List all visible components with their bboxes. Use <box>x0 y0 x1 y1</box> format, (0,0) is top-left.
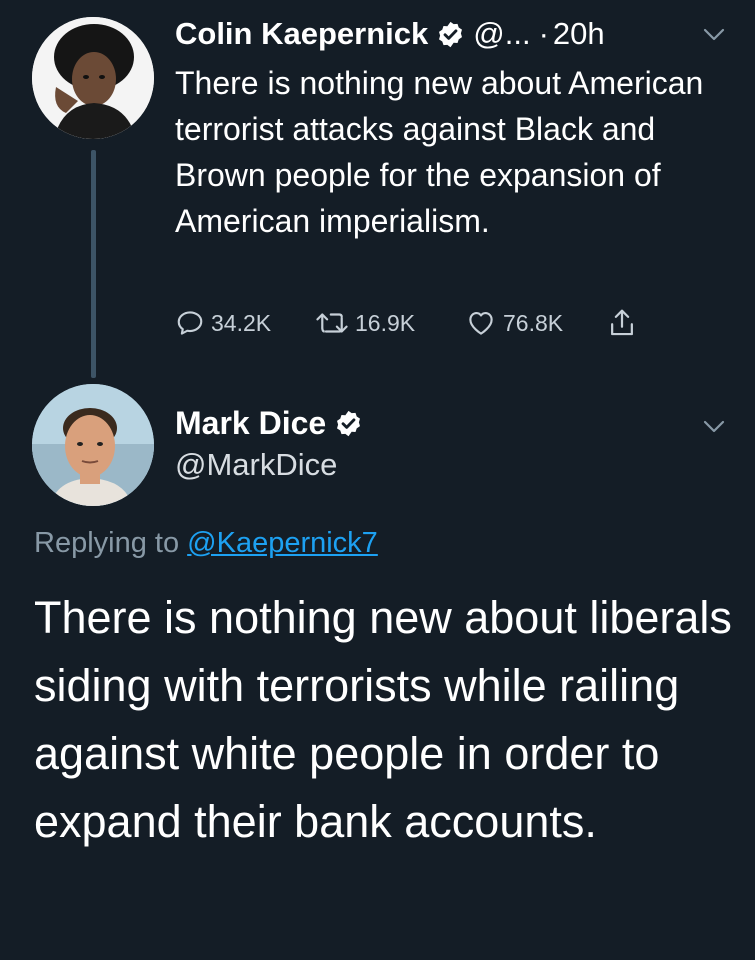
reply-icon <box>177 311 203 335</box>
thread-connector-line <box>91 150 96 378</box>
verified-badge-icon <box>337 410 361 436</box>
replying-label: Replying to <box>34 527 180 559</box>
avatar-colin-kaepernick[interactable] <box>32 17 154 139</box>
tweet1-header: Colin Kaepernick @... · 20h <box>175 12 605 56</box>
tweet-timestamp[interactable]: 20h <box>553 16 605 52</box>
share-icon <box>611 309 633 336</box>
verified-badge-icon <box>439 21 463 47</box>
like-count: 76.8K <box>503 309 564 336</box>
replying-to: Replying to @Kaepernick7 <box>34 527 378 560</box>
share-button[interactable] <box>607 305 643 341</box>
reply-button[interactable]: 34.2K <box>175 305 271 341</box>
retweet-count: 16.9K <box>355 309 416 336</box>
avatar-image <box>32 17 154 139</box>
like-button[interactable]: 76.8K <box>465 305 563 341</box>
author-handle[interactable]: @MarkDice <box>175 447 337 483</box>
avatar-image <box>32 384 154 506</box>
replying-mention-link[interactable]: @Kaepernick7 <box>187 527 378 559</box>
retweet-icon <box>316 313 348 333</box>
chevron-down-icon[interactable] <box>703 28 725 42</box>
retweet-button[interactable]: 16.9K <box>315 305 415 341</box>
heart-icon <box>469 311 493 335</box>
author-name[interactable]: Colin Kaepernick <box>175 16 428 52</box>
tweet2-name-row: Mark Dice <box>175 402 363 444</box>
tweet2-text: There is nothing new about liberals sidi… <box>34 592 732 847</box>
tweet1-action-bar: 34.2K 16.9K 76.8K <box>175 305 695 341</box>
reply-count: 34.2K <box>211 309 272 336</box>
avatar-mark-dice[interactable] <box>32 384 154 506</box>
tweet1-text: There is nothing new about American terr… <box>175 65 704 239</box>
chevron-down-icon[interactable] <box>703 420 725 434</box>
author-name[interactable]: Mark Dice <box>175 405 326 442</box>
author-handle[interactable]: @... <box>473 16 530 52</box>
separator-dot: · <box>538 16 549 51</box>
